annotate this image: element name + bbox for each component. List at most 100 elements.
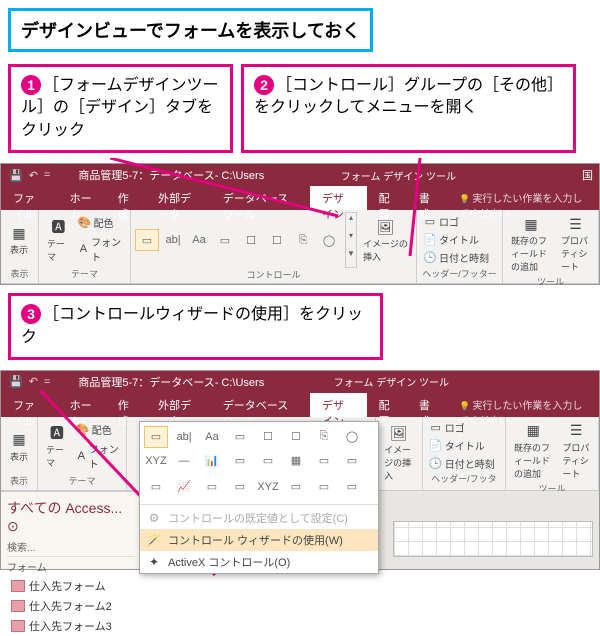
control-g2-0[interactable]: XYZ: [144, 450, 168, 472]
control-label[interactable]: Aa: [200, 426, 224, 448]
callout-1: 1［フォームデザインツール］の［デザイン］タブをクリック: [8, 64, 233, 153]
datetime-button[interactable]: 🕒日付と時刻: [421, 249, 491, 266]
tell-me[interactable]: 実行したい作業を入力してください: [447, 186, 599, 210]
callout-3: 3［コントロールウィザードの使用］をクリック: [8, 293, 383, 360]
tab-dbtools[interactable]: データベース ツール: [211, 393, 310, 417]
group-themes: テーマ: [43, 267, 126, 281]
logo-button[interactable]: ▭ロゴ: [421, 213, 491, 230]
control-g2-3[interactable]: ▭: [228, 450, 252, 472]
control-g2-5[interactable]: ▦: [284, 450, 308, 472]
control-link[interactable]: ☐: [284, 426, 308, 448]
add-existing-fields-button[interactable]: ▦既存のフィールドの追加: [507, 212, 555, 275]
chevron-down-icon: ⊙: [7, 518, 19, 534]
themes-button[interactable]: 🅰テーマ: [43, 215, 74, 265]
tab-external[interactable]: 外部データ: [146, 393, 211, 417]
tab-create[interactable]: 作成: [106, 186, 146, 210]
gallery-row-down[interactable]: ▾: [346, 231, 356, 249]
redo-icon[interactable]: =: [44, 169, 50, 181]
control-tab[interactable]: ☐: [256, 426, 280, 448]
control-g3-1[interactable]: 📈: [172, 476, 196, 498]
gallery-row-up[interactable]: ▴: [346, 213, 356, 231]
tab-external[interactable]: 外部データ: [146, 186, 211, 210]
control-g3-5[interactable]: ▭: [284, 476, 308, 498]
colors-button[interactable]: 🎨配色: [74, 421, 122, 438]
control-g2-7[interactable]: ▭: [340, 450, 364, 472]
save-icon[interactable]: 💾: [9, 375, 23, 388]
menu-use-wizard[interactable]: 🪄コントロール ウィザードの使用(W): [140, 529, 378, 551]
add-existing-fields-button[interactable]: ▦既存のフィールドの追加: [510, 419, 556, 482]
group-view: 表示: [5, 474, 33, 488]
window-title: 商品管理5-7：データベース- C:\Users: [58, 167, 332, 183]
tab-home[interactable]: ホーム: [58, 393, 106, 417]
control-label[interactable]: Aa: [187, 229, 211, 251]
control-select[interactable]: ▭: [135, 229, 159, 251]
control-button[interactable]: ▭: [213, 229, 237, 251]
control-textbox[interactable]: ab|: [161, 229, 185, 251]
view-button[interactable]: ▦表示: [5, 428, 33, 465]
nav-item-form1[interactable]: 仕入先フォーム: [7, 576, 135, 596]
save-icon[interactable]: 💾: [9, 169, 23, 182]
tab-arrange[interactable]: 配置: [367, 393, 407, 417]
title-button[interactable]: 📄タイトル: [421, 231, 491, 248]
control-combo[interactable]: ◯: [317, 229, 341, 251]
contextual-tool-label-2: フォーム デザイン ツール: [326, 374, 449, 389]
tab-format[interactable]: 書式: [407, 186, 447, 210]
nav-item-form3[interactable]: 仕入先フォーム3: [7, 616, 135, 636]
gallery-expand[interactable]: ▼: [346, 249, 356, 267]
datetime-button[interactable]: 🕒日付と時刻: [427, 455, 497, 472]
control-textbox[interactable]: ab|: [172, 426, 196, 448]
gallery-more: ▴ ▾ ▼: [345, 212, 357, 268]
tab-file[interactable]: ファイル: [1, 186, 58, 210]
control-link[interactable]: ☐: [265, 229, 289, 251]
form-design-canvas[interactable]: [394, 522, 592, 556]
insert-image-button[interactable]: 🖼イメージの挿入: [380, 421, 418, 484]
themes-button[interactable]: 🅰テーマ: [42, 421, 72, 471]
logo-button[interactable]: ▭ロゴ: [427, 419, 497, 436]
ribbon-tabs: ファイル ホーム 作成 外部データ データベース ツール デザイン 配置 書式 …: [1, 186, 599, 210]
nav-group-forms[interactable]: フォーム: [7, 557, 135, 576]
title-button[interactable]: 📄タイトル: [427, 437, 497, 454]
tell-me[interactable]: 実行したい作業を入力してください: [447, 393, 599, 417]
fonts-button[interactable]: Aフォント: [76, 233, 126, 265]
nav-item-form2[interactable]: 仕入先フォーム2: [7, 596, 135, 616]
control-button[interactable]: ▭: [228, 426, 252, 448]
property-sheet-button[interactable]: ☰プロパティシート: [557, 212, 594, 275]
control-g3-3[interactable]: ▭: [228, 476, 252, 498]
undo-icon[interactable]: ↶: [29, 375, 38, 388]
undo-icon[interactable]: ↶: [29, 169, 38, 182]
control-combo[interactable]: ◯: [340, 426, 364, 448]
control-g2-6[interactable]: ▭: [312, 450, 336, 472]
tab-home[interactable]: ホーム: [58, 186, 106, 210]
insert-image-button[interactable]: 🖼イメージの挿入: [359, 215, 412, 265]
control-g3-7[interactable]: ▭: [340, 476, 364, 498]
control-g2-4[interactable]: ▭: [256, 450, 280, 472]
control-nav[interactable]: ⎘: [291, 229, 315, 251]
control-nav[interactable]: ⎘: [312, 426, 336, 448]
logo-icon: ▭: [423, 215, 437, 229]
control-g3-2[interactable]: ▭: [200, 476, 224, 498]
tab-design[interactable]: デザイン: [310, 186, 367, 210]
control-tab[interactable]: ☐: [239, 229, 263, 251]
colors-button[interactable]: 🎨配色: [76, 214, 126, 231]
menu-activex[interactable]: ✦ActiveX コントロール(O): [140, 551, 378, 573]
property-sheet-button[interactable]: ☰プロパティシート: [558, 419, 594, 482]
control-g2-1[interactable]: —: [172, 450, 196, 472]
tab-file[interactable]: ファイル: [1, 393, 58, 417]
titlebar: 💾 ↶ = 商品管理5-7：データベース- C:\Users フォーム デザイン…: [1, 164, 599, 186]
nav-search[interactable]: 検索...: [7, 537, 135, 557]
tab-design[interactable]: デザイン: [310, 393, 367, 417]
tab-arrange[interactable]: 配置: [367, 186, 407, 210]
control-g3-6[interactable]: ▭: [312, 476, 336, 498]
nav-title[interactable]: すべての Access... ⊙: [7, 496, 135, 537]
control-g2-2[interactable]: 📊: [200, 450, 224, 472]
control-g3-4[interactable]: XYZ: [256, 476, 280, 498]
tab-create[interactable]: 作成: [106, 393, 146, 417]
control-g3-0[interactable]: ▭: [144, 476, 168, 498]
tab-dbtools[interactable]: データベース ツール: [211, 186, 310, 210]
view-button[interactable]: ▦表示: [5, 221, 33, 258]
redo-icon[interactable]: =: [44, 376, 50, 388]
window-title-2: 商品管理5-7：データベース- C:\Users: [58, 374, 325, 390]
tab-format[interactable]: 書式: [407, 393, 447, 417]
control-select[interactable]: ▭: [144, 426, 168, 448]
fonts-button[interactable]: Aフォント: [74, 440, 122, 472]
